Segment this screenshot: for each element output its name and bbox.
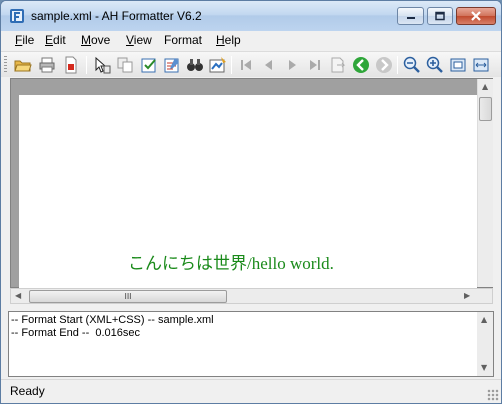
toolbar-separator	[231, 56, 232, 74]
fit-page-icon[interactable]	[449, 56, 467, 74]
horizontal-scroll-thumb[interactable]: III	[29, 290, 227, 303]
app-icon	[10, 9, 24, 23]
minimize-icon	[406, 17, 415, 19]
toolbar-separator	[86, 56, 87, 74]
select-pointer-icon[interactable]	[93, 56, 111, 74]
status-text: Ready	[10, 384, 45, 398]
next-page-icon[interactable]	[283, 56, 301, 74]
back-icon[interactable]	[352, 56, 370, 74]
edit-list-icon[interactable]	[163, 56, 181, 74]
fit-width-icon[interactable]	[472, 56, 490, 74]
find-binoculars-icon[interactable]	[186, 56, 204, 74]
vertical-scroll-thumb[interactable]	[479, 97, 492, 121]
log-line: -- Format End -- 0.016sec	[11, 327, 140, 339]
maximize-icon	[435, 11, 445, 21]
format-icon[interactable]	[209, 56, 227, 74]
open-folder-icon[interactable]	[14, 56, 32, 74]
menu-move[interactable]: Move	[79, 33, 112, 47]
zoom-out-icon[interactable]	[403, 56, 421, 74]
scroll-left-icon[interactable]: ◀	[15, 291, 21, 300]
document-view[interactable]: こんにちは世界/hello world. ▲	[10, 78, 493, 288]
close-icon	[471, 11, 481, 21]
maximize-button[interactable]	[427, 7, 453, 25]
scroll-up-icon[interactable]: ▲	[482, 82, 488, 91]
scroll-right-icon[interactable]: ▶	[464, 291, 470, 300]
first-page-icon[interactable]	[237, 56, 255, 74]
menu-file[interactable]: File	[13, 33, 36, 47]
prev-page-icon[interactable]	[260, 56, 278, 74]
vertical-scrollbar[interactable]: ▲	[477, 79, 493, 287]
menu-view[interactable]: View	[124, 33, 154, 47]
title-bar[interactable]: sample.xml - AH Formatter V6.2	[1, 1, 501, 31]
menu-edit[interactable]: Edit	[43, 33, 68, 47]
log-pane[interactable]: -- Format Start (XML+CSS) -- sample.xml …	[8, 311, 494, 377]
last-page-icon[interactable]	[306, 56, 324, 74]
toolbar	[1, 51, 501, 77]
scroll-down-icon[interactable]: ▼	[481, 363, 487, 372]
document-text: こんにちは世界/hello world.	[128, 254, 334, 273]
zoom-in-icon[interactable]	[426, 56, 444, 74]
forward-icon[interactable]	[375, 56, 393, 74]
menu-help[interactable]: Help	[214, 33, 243, 47]
log-vertical-scrollbar[interactable]: ▲ ▼	[477, 312, 493, 376]
document-page: こんにちは世界/hello world.	[19, 95, 477, 288]
copy-icon[interactable]	[116, 56, 134, 74]
close-button[interactable]	[456, 7, 496, 25]
goto-page-icon[interactable]	[329, 56, 347, 74]
minimize-button[interactable]	[397, 7, 424, 25]
app-window: sample.xml - AH Formatter V6.2 File Edit…	[0, 0, 502, 404]
log-line: -- Format Start (XML+CSS) -- sample.xml	[11, 314, 214, 326]
toolbar-grip[interactable]	[4, 56, 7, 74]
window-title: sample.xml - AH Formatter V6.2	[31, 9, 202, 23]
pdf-icon[interactable]	[62, 56, 80, 74]
menu-bar: File Edit Move View Format Help	[1, 31, 501, 51]
status-bar: Ready	[1, 379, 501, 403]
toolbar-separator	[397, 56, 398, 74]
menu-format[interactable]: Format	[162, 33, 204, 47]
edit-check-icon[interactable]	[140, 56, 158, 74]
scroll-up-icon[interactable]: ▲	[481, 315, 487, 324]
resize-grip[interactable]	[487, 389, 499, 401]
print-icon[interactable]	[38, 56, 56, 74]
horizontal-scrollbar[interactable]: ◀ III ▶	[10, 288, 493, 304]
